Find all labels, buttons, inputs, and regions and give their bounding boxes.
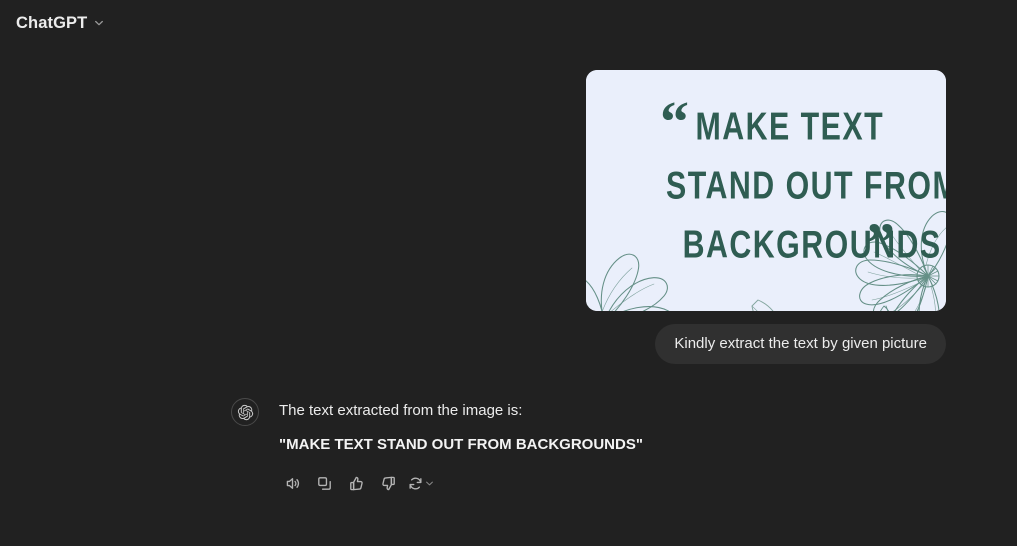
message-actions-toolbar bbox=[279, 471, 931, 496]
speaker-icon bbox=[284, 475, 301, 492]
copy-icon bbox=[316, 475, 333, 492]
user-turn: “ MAKE TEXT STAND OUT FROM BACKGROUNDS ”… bbox=[0, 70, 946, 364]
quote-close-mark: ” bbox=[866, 211, 895, 276]
assistant-intro-text: The text extracted from the image is: bbox=[279, 402, 523, 419]
thumbs-down-button[interactable] bbox=[375, 471, 402, 496]
top-bar: ChatGPT bbox=[0, 0, 1017, 46]
quote-open-mark: “ bbox=[660, 89, 689, 154]
regenerate-icon bbox=[407, 475, 424, 492]
user-message-bubble[interactable]: Kindly extract the text by given picture bbox=[655, 324, 946, 364]
thumbs-down-icon bbox=[380, 475, 397, 492]
conversation-thread: “ MAKE TEXT STAND OUT FROM BACKGROUNDS ”… bbox=[0, 46, 1017, 546]
svg-text:STAND OUT FROM: STAND OUT FROM bbox=[666, 164, 946, 207]
model-name-label: ChatGPT bbox=[16, 13, 88, 32]
model-switcher-button[interactable]: ChatGPT bbox=[14, 10, 112, 37]
read-aloud-button[interactable] bbox=[279, 471, 306, 496]
chevron-down-icon bbox=[93, 17, 105, 29]
thumbs-up-button[interactable] bbox=[343, 471, 370, 496]
assistant-turn: The text extracted from the image is: "M… bbox=[231, 398, 931, 496]
thumbs-up-icon bbox=[348, 475, 365, 492]
assistant-extracted-text: "MAKE TEXT STAND OUT FROM BACKGROUNDS" bbox=[279, 436, 643, 453]
assistant-message-body: The text extracted from the image is: "M… bbox=[279, 398, 931, 456]
svg-text:MAKE TEXT: MAKE TEXT bbox=[695, 105, 884, 148]
chevron-down-icon bbox=[425, 478, 435, 489]
svg-text:BACKGROUNDS: BACKGROUNDS bbox=[683, 223, 942, 266]
copy-button[interactable] bbox=[311, 471, 338, 496]
openai-logo-icon bbox=[231, 398, 259, 426]
regenerate-button[interactable] bbox=[407, 471, 434, 496]
quote-graphic: “ MAKE TEXT STAND OUT FROM BACKGROUNDS ” bbox=[586, 70, 946, 311]
user-attached-image[interactable]: “ MAKE TEXT STAND OUT FROM BACKGROUNDS ” bbox=[586, 70, 946, 311]
